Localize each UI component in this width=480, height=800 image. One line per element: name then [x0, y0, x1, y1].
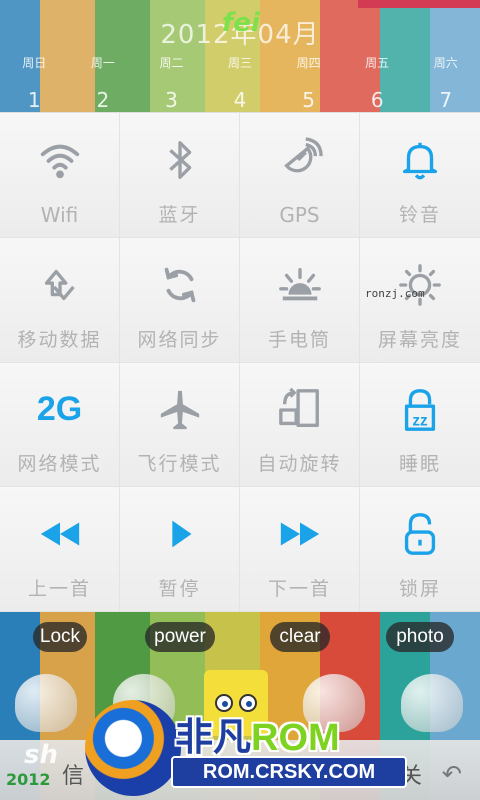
sleep-icon: zz: [395, 385, 445, 435]
photo-pill-button[interactable]: photo: [386, 622, 454, 652]
calendar-widget[interactable]: 2012年04月 fei 周日 周一 周二 周三 周四 周五 周六 1 2 3 …: [0, 0, 480, 112]
toggle-flashlight[interactable]: 手电筒: [240, 237, 360, 363]
brand-logo: 非凡ROM ROM.CRSKY.COM: [85, 700, 407, 800]
network-mode-icon: 2G: [35, 385, 85, 435]
calendar-date[interactable]: 1: [0, 88, 69, 112]
toggle-label: 暂停: [158, 578, 201, 600]
wifi-icon: [35, 135, 85, 185]
quick-settings-panel: Wifi 蓝牙 GPS 铃音 移动数据 网络同步 手电筒 屏幕亮度 2G 网络模…: [0, 112, 480, 612]
toggle-label: 上一首: [27, 578, 91, 600]
weekday-label: 周二: [159, 56, 184, 70]
weekday-label: 周日: [22, 56, 47, 70]
toggle-label: 网络模式: [17, 453, 102, 476]
flashlight-icon: [275, 260, 325, 310]
toggle-bluetooth[interactable]: 蓝牙: [120, 113, 240, 238]
toggle-label: 飞行模式: [137, 453, 222, 476]
bell-icon: [395, 135, 445, 185]
weekday-label: 周一: [90, 56, 115, 70]
toggle-wifi[interactable]: Wifi: [0, 113, 120, 238]
brand-title-rom: ROM: [251, 717, 340, 759]
toggle-next-track[interactable]: 下一首: [240, 487, 360, 612]
calendar-date[interactable]: 4: [206, 88, 275, 112]
weekday-label: 周三: [228, 56, 253, 70]
toggle-ringtone[interactable]: 铃音: [360, 113, 480, 238]
calendar-weekdays: 周日 周一 周二 周三 周四 周五 周六: [0, 54, 480, 71]
lock-icon: [395, 509, 445, 559]
gps-icon: [275, 135, 325, 185]
brand-swirl-icon: [85, 700, 181, 796]
toggle-label: 手电筒: [267, 328, 331, 351]
calendar-date[interactable]: 5: [274, 88, 343, 112]
svg-text:zz: zz: [412, 412, 428, 429]
play-icon: [155, 509, 205, 559]
toggle-network-mode[interactable]: 2G 网络模式: [0, 362, 120, 488]
calculator-icon: [15, 674, 77, 732]
weekday-label: 周四: [296, 56, 321, 70]
brand-title: 非凡ROM: [175, 706, 340, 761]
toggle-label: 睡眠: [398, 453, 441, 476]
bluetooth-icon: [155, 135, 205, 185]
calendar-date[interactable]: 7: [411, 88, 480, 112]
calendar-date[interactable]: 6: [343, 88, 412, 112]
weekday-label: 周六: [433, 56, 458, 70]
shortcut-globe[interactable]: [400, 672, 464, 734]
dock-messages-label[interactable]: 信: [62, 758, 84, 790]
dock-year: 2012: [6, 770, 51, 789]
toggle-label: 自动旋转: [257, 453, 342, 476]
back-icon[interactable]: ↶: [442, 760, 462, 788]
globe-icon: [401, 674, 463, 732]
watermark-text: ronzj.com: [365, 287, 425, 300]
brand-title-cn: 非凡: [175, 717, 252, 759]
toggle-mobile-data[interactable]: 移动数据: [0, 237, 120, 363]
calendar-overlay-text: fei: [222, 8, 260, 38]
toggle-auto-rotate[interactable]: 自动旋转: [240, 362, 360, 488]
previous-track-icon: [35, 509, 85, 559]
toggle-label: 移动数据: [17, 328, 102, 351]
toggle-airplane[interactable]: 飞行模式: [120, 362, 240, 488]
toggle-label: 屏幕亮度: [377, 328, 462, 351]
toggle-lock-screen[interactable]: 锁屏: [360, 487, 480, 612]
airplane-icon: [155, 385, 205, 435]
toggle-brightness[interactable]: 屏幕亮度: [360, 237, 480, 363]
clear-pill-button[interactable]: clear: [270, 622, 330, 652]
toggle-sleep[interactable]: zz 睡眠: [360, 362, 480, 488]
toggle-label: 网络同步: [137, 328, 222, 351]
mobile-data-icon: [35, 260, 85, 310]
calendar-date[interactable]: 3: [137, 88, 206, 112]
lock-pill-button[interactable]: Lock: [33, 622, 87, 652]
auto-rotate-icon: [275, 385, 325, 435]
toggle-label: 铃音: [398, 203, 441, 226]
toggle-label: 下一首: [267, 578, 331, 600]
power-pill-button[interactable]: power: [145, 622, 215, 652]
toggle-label: GPS: [279, 202, 320, 227]
weekday-label: 周五: [365, 56, 390, 70]
toggle-gps[interactable]: GPS: [240, 113, 360, 238]
brightness-icon: [395, 260, 445, 310]
calendar-dates: 1 2 3 4 5 6 7: [0, 88, 480, 112]
toggle-previous-track[interactable]: 上一首: [0, 487, 120, 612]
toggle-label: Wifi: [40, 202, 79, 227]
calendar-date[interactable]: 2: [69, 88, 138, 112]
toggle-sync[interactable]: 网络同步: [120, 237, 240, 363]
network-mode-text: 2G: [36, 390, 83, 428]
dock-brand-text: sh: [24, 740, 58, 770]
brand-subtitle: ROM.CRSKY.COM: [171, 756, 407, 788]
sync-icon: [155, 260, 205, 310]
next-track-icon: [275, 509, 325, 559]
toggle-label: 锁屏: [398, 578, 441, 600]
shortcut-calculator[interactable]: [14, 672, 78, 734]
toggle-pause[interactable]: 暂停: [120, 487, 240, 612]
toggle-label: 蓝牙: [158, 203, 201, 226]
